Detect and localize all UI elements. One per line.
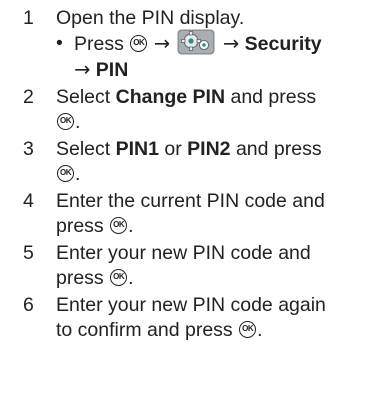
bullet: •	[56, 32, 63, 54]
step-text: Enter your new PIN code and	[56, 242, 311, 264]
step-text: Open the PIN display.	[56, 7, 245, 29]
step-2: 2 Select Change PIN and press OK.	[0, 85, 383, 135]
period: .	[75, 163, 81, 185]
step-number: 1	[23, 7, 34, 29]
arrow-icon: →	[153, 32, 171, 55]
step-text: Select	[56, 86, 116, 108]
ok-key-icon: OK	[110, 268, 128, 286]
sub-instruction: • Press OK → → Security	[56, 29, 375, 57]
arrow-icon: →	[222, 32, 240, 55]
step-number: 5	[23, 242, 34, 264]
step-text: press	[56, 215, 104, 237]
ok-key-icon: OK	[239, 320, 257, 338]
period: .	[128, 215, 134, 237]
step-4: 4 Enter the current PIN code and press O…	[0, 189, 383, 239]
sub-instruction-cont: → PIN	[56, 57, 375, 83]
menu-pin2: PIN2	[187, 138, 231, 160]
step-text: and press	[230, 138, 322, 160]
step-text: or	[158, 138, 188, 160]
step-3: 3 Select PIN1 or PIN2 and press OK.	[0, 137, 383, 187]
period: .	[257, 319, 263, 341]
arrow-icon: →	[74, 58, 91, 81]
step-number: 3	[23, 138, 34, 160]
step-text: Select	[56, 138, 116, 160]
step-text: Enter the current PIN code and	[56, 190, 325, 212]
menu-pin1: PIN1	[115, 138, 159, 160]
step-text: press	[56, 267, 104, 289]
step-number: 6	[23, 294, 34, 316]
step-text: Enter your new PIN code again	[56, 294, 326, 316]
step-text: to confirm and press	[56, 319, 233, 341]
step-number: 4	[23, 190, 34, 212]
ok-key-icon: OK	[130, 34, 148, 52]
period: .	[128, 267, 134, 289]
step-6: 6 Enter your new PIN code again to confi…	[0, 293, 383, 343]
menu-change-pin: Change PIN	[115, 86, 226, 108]
menu-pin: PIN	[95, 59, 129, 81]
ok-key-icon: OK	[57, 164, 74, 182]
menu-security: Security	[244, 33, 322, 55]
step-text: and press	[225, 86, 317, 108]
step-1: 1 Open the PIN display. • Press OK → → S…	[0, 6, 383, 83]
ok-key-icon: OK	[57, 112, 74, 130]
step-number: 2	[23, 86, 34, 108]
settings-gears-icon	[177, 29, 215, 55]
ok-key-icon: OK	[110, 216, 128, 234]
instruction-steps: 1 Open the PIN display. • Press OK → → S…	[0, 6, 383, 345]
press-label: Press	[74, 33, 124, 55]
step-5: 5 Enter your new PIN code and press OK.	[0, 241, 383, 291]
period: .	[75, 111, 81, 133]
